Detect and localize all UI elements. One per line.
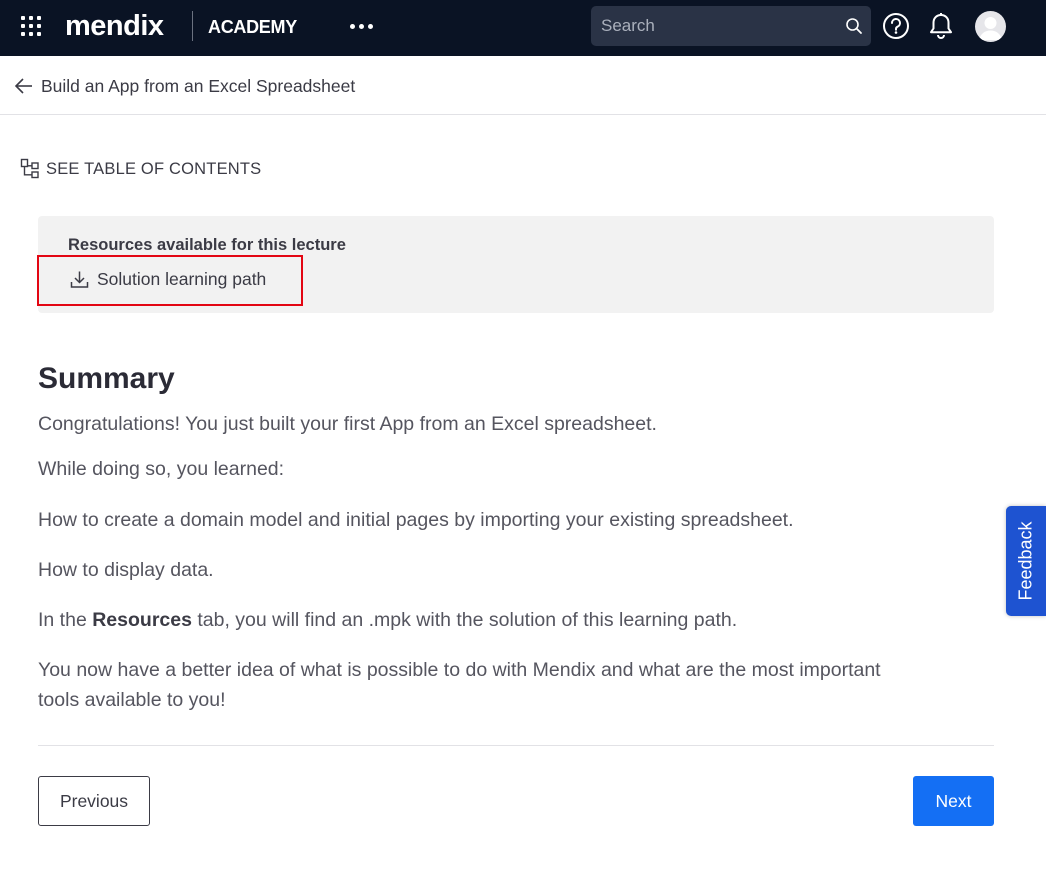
table-of-contents-icon: [20, 158, 39, 179]
arrow-left-icon: [14, 78, 32, 94]
next-button[interactable]: Next: [913, 776, 994, 826]
content-paragraph: While doing so, you learned:: [38, 458, 285, 480]
table-of-contents-label: SEE TABLE OF CONTENTS: [46, 159, 262, 178]
resources-heading: Resources available for this lecture: [68, 236, 346, 254]
back-link[interactable]: Build an App from an Excel Spreadsheet: [14, 73, 355, 99]
content-paragraph: How to create a domain model and initial…: [38, 509, 794, 531]
search-icon[interactable]: [845, 17, 863, 35]
table-of-contents-toggle[interactable]: SEE TABLE OF CONTENTS: [20, 155, 261, 183]
academy-label[interactable]: ACADEMY: [208, 16, 297, 38]
top-navbar: mendix ACADEMY: [0, 0, 1046, 56]
solution-download-link[interactable]: Solution learning path: [70, 266, 266, 292]
help-icon[interactable]: [882, 12, 910, 40]
search-input[interactable]: [591, 6, 831, 46]
bell-icon[interactable]: [928, 12, 954, 40]
download-icon: [70, 271, 89, 288]
course-title: Build an App from an Excel Spreadsheet: [41, 76, 356, 96]
page-title: Summary: [38, 362, 175, 395]
apps-grid-icon[interactable]: [21, 16, 41, 36]
resources-tab-mention: Resources: [92, 609, 192, 631]
more-horizontal-icon[interactable]: [348, 18, 376, 34]
content-divider: [38, 745, 994, 746]
feedback-tab[interactable]: Feedback: [1006, 506, 1046, 616]
mendix-logo[interactable]: mendix: [65, 8, 164, 44]
text-span: In the: [38, 609, 93, 631]
user-avatar-icon[interactable]: [975, 11, 1006, 42]
content-paragraph: You now have a better idea of what is po…: [38, 659, 881, 711]
content-paragraph: In the Resources tab, you will find an .…: [38, 605, 918, 635]
solution-link-label: Solution learning path: [97, 268, 267, 289]
content-paragraph: Congratulations! You just built your fir…: [38, 413, 657, 435]
content-paragraph: How to display data.: [38, 559, 214, 581]
resources-panel: Resources available for this lecture Sol…: [38, 216, 994, 313]
previous-button[interactable]: Previous: [38, 776, 150, 826]
logo-divider: [192, 11, 193, 41]
feedback-label: Feedback: [1015, 521, 1036, 601]
search-box: [591, 6, 871, 46]
lecture-header: Build an App from an Excel Spreadsheet: [0, 56, 1046, 115]
text-span: tab, you will find an .mpk with the solu…: [191, 609, 738, 631]
